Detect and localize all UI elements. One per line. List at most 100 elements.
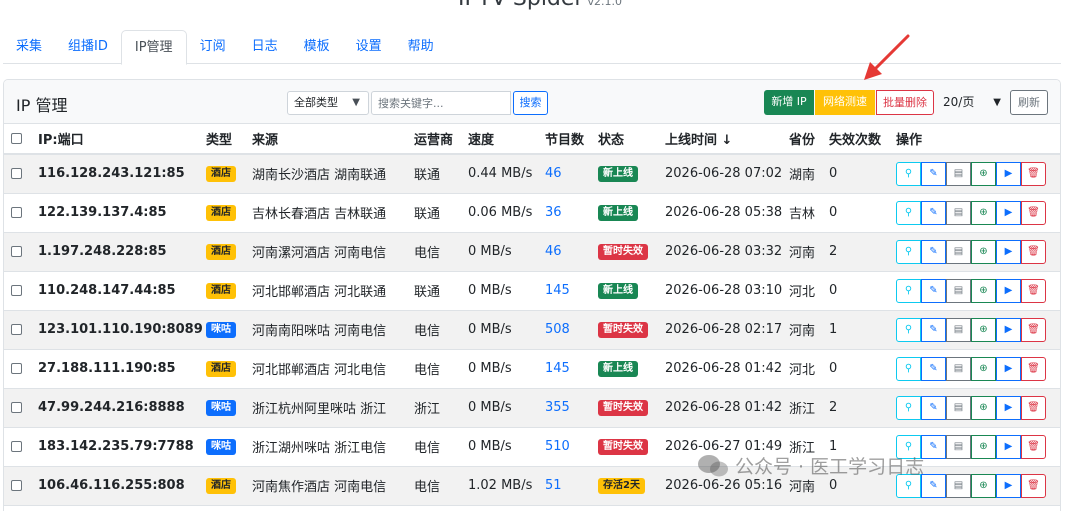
row-checkbox[interactable] <box>11 480 22 491</box>
programs-link[interactable]: 51 <box>545 478 562 493</box>
trash-button[interactable]: 🗑 <box>1021 278 1046 303</box>
tab-5[interactable]: 模板 <box>291 30 343 64</box>
trash-button[interactable]: 🗑 <box>1021 200 1046 225</box>
edit-button[interactable]: ✎ <box>921 317 946 342</box>
document-button[interactable]: ▤ <box>946 239 971 264</box>
online-time-cell: 2026-06-28 07:02 <box>661 154 785 194</box>
document-button[interactable]: ▤ <box>946 278 971 303</box>
edit-button[interactable]: ✎ <box>921 200 946 225</box>
edit-button[interactable]: ✎ <box>921 239 946 264</box>
row-checkbox[interactable] <box>11 441 22 452</box>
edit-icon: ✎ <box>929 246 938 257</box>
edit-button[interactable]: ✎ <box>921 278 946 303</box>
location-button[interactable]: ⚲ <box>896 239 921 264</box>
programs-link[interactable]: 46 <box>545 166 562 181</box>
document-button[interactable]: ▤ <box>946 200 971 225</box>
refresh-button[interactable]: 刷新 <box>1010 90 1048 115</box>
isp-cell: 电信 <box>410 427 464 467</box>
search-button[interactable]: 搜索 <box>513 91 548 115</box>
tab-4[interactable]: 日志 <box>239 30 291 64</box>
tab-7[interactable]: 帮助 <box>395 30 447 64</box>
edit-button[interactable]: ✎ <box>921 395 946 420</box>
fail-count-cell: 0 <box>825 271 892 311</box>
play-button[interactable]: ▶ <box>996 434 1021 459</box>
file-add-button[interactable]: ⊕ <box>971 434 996 459</box>
row-checkbox[interactable] <box>11 285 22 296</box>
document-button[interactable]: ▤ <box>946 161 971 186</box>
play-button[interactable]: ▶ <box>996 278 1021 303</box>
location-button[interactable]: ⚲ <box>896 200 921 225</box>
trash-button[interactable]: 🗑 <box>1021 356 1046 381</box>
file-add-icon: ⊕ <box>979 402 988 413</box>
row-checkbox[interactable] <box>11 363 22 374</box>
row-checkbox[interactable] <box>11 168 22 180</box>
file-add-button[interactable]: ⊕ <box>971 278 996 303</box>
tab-0[interactable]: 采集 <box>3 30 55 64</box>
ip-management-card: IP 管理 全部类型 ▼ 搜索 新增 IP 网络测速 批量删除 20/页 ▼ 刷… <box>3 79 1061 511</box>
programs-link[interactable]: 510 <box>545 439 570 454</box>
programs-link[interactable]: 145 <box>545 361 570 376</box>
programs-cell: 355 <box>541 388 594 428</box>
document-button[interactable]: ▤ <box>946 356 971 381</box>
file-add-button[interactable]: ⊕ <box>971 395 996 420</box>
play-button[interactable]: ▶ <box>996 200 1021 225</box>
programs-cell: 508 <box>541 310 594 350</box>
trash-button[interactable]: 🗑 <box>1021 395 1046 420</box>
location-button[interactable]: ⚲ <box>896 356 921 381</box>
trash-button[interactable]: 🗑 <box>1021 317 1046 342</box>
file-add-button[interactable]: ⊕ <box>971 473 996 498</box>
page-size-select[interactable]: 20/页 ▼ <box>939 90 1007 115</box>
location-button[interactable]: ⚲ <box>896 317 921 342</box>
row-checkbox[interactable] <box>11 402 22 413</box>
edit-button[interactable]: ✎ <box>921 161 946 186</box>
edit-button[interactable]: ✎ <box>921 356 946 381</box>
file-add-button[interactable]: ⊕ <box>971 317 996 342</box>
location-button[interactable]: ⚲ <box>896 395 921 420</box>
play-button[interactable]: ▶ <box>996 239 1021 264</box>
row-checkbox[interactable] <box>11 207 22 218</box>
ip-port: 122.139.137.4:85 <box>38 205 167 220</box>
tab-6[interactable]: 设置 <box>343 30 395 64</box>
trash-button[interactable]: 🗑 <box>1021 161 1046 186</box>
ip-table: IP:端口 类型 来源 运营商 速度 节目数 状态 上线时间 ↓ 省份 失效次数 操作 116.12… <box>4 124 1060 506</box>
play-button[interactable]: ▶ <box>996 317 1021 342</box>
programs-link[interactable]: 145 <box>545 283 570 298</box>
add-ip-button[interactable]: 新增 IP <box>764 90 814 115</box>
row-checkbox[interactable] <box>11 324 22 335</box>
location-icon: ⚲ <box>904 480 913 491</box>
play-button[interactable]: ▶ <box>996 356 1021 381</box>
location-button[interactable]: ⚲ <box>896 278 921 303</box>
edit-button[interactable]: ✎ <box>921 473 946 498</box>
programs-link[interactable]: 355 <box>545 400 570 415</box>
tab-2[interactable]: IP管理 <box>120 30 187 65</box>
play-button[interactable]: ▶ <box>996 473 1021 498</box>
programs-link[interactable]: 46 <box>545 244 562 259</box>
row-checkbox[interactable] <box>11 246 22 257</box>
programs-link[interactable]: 36 <box>545 205 562 220</box>
trash-button[interactable]: 🗑 <box>1021 434 1046 459</box>
column-header[interactable]: 上线时间 ↓ <box>661 124 785 155</box>
document-button[interactable]: ▤ <box>946 317 971 342</box>
file-add-button[interactable]: ⊕ <box>971 239 996 264</box>
status-badge: 暂时失效 <box>598 400 648 416</box>
play-button[interactable]: ▶ <box>996 395 1021 420</box>
document-button[interactable]: ▤ <box>946 473 971 498</box>
select-all-checkbox[interactable] <box>11 133 22 144</box>
speed-test-button[interactable]: 网络测速 <box>815 90 875 115</box>
search-input[interactable] <box>371 91 511 115</box>
file-add-button[interactable]: ⊕ <box>971 356 996 381</box>
type-filter-select[interactable]: 全部类型 ▼ <box>287 91 369 115</box>
tab-1[interactable]: 组播ID <box>55 30 121 64</box>
document-button[interactable]: ▤ <box>946 395 971 420</box>
trash-button[interactable]: 🗑 <box>1021 239 1046 264</box>
play-button[interactable]: ▶ <box>996 161 1021 186</box>
file-add-button[interactable]: ⊕ <box>971 161 996 186</box>
programs-link[interactable]: 508 <box>545 322 570 337</box>
tab-3[interactable]: 订阅 <box>187 30 239 64</box>
document-button[interactable]: ▤ <box>946 434 971 459</box>
file-add-button[interactable]: ⊕ <box>971 200 996 225</box>
location-button[interactable]: ⚲ <box>896 161 921 186</box>
trash-button[interactable]: 🗑 <box>1021 473 1046 498</box>
bulk-delete-button[interactable]: 批量删除 <box>876 90 934 115</box>
edit-button[interactable]: ✎ <box>921 434 946 459</box>
